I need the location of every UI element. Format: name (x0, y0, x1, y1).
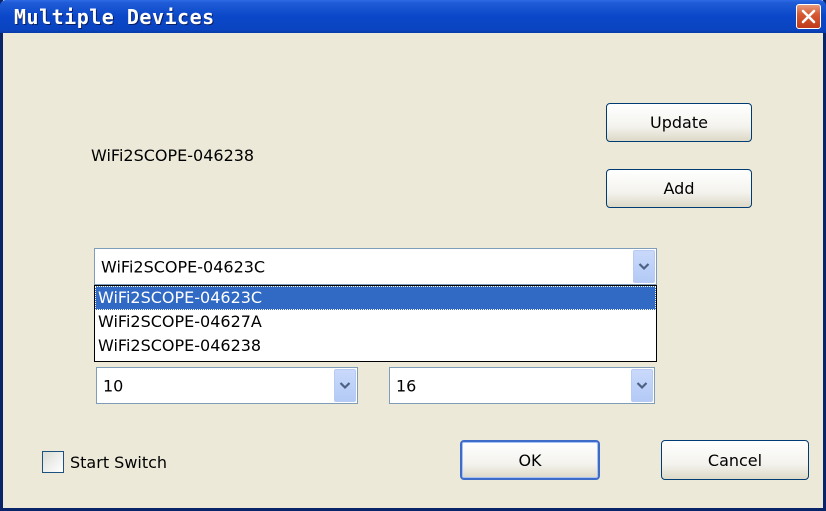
right-value-combo-value: 16 (396, 376, 417, 395)
device-combo-dropdown-button[interactable] (633, 250, 655, 283)
ok-button[interactable]: OK (460, 440, 600, 480)
right-value-combo[interactable]: 16 (389, 367, 655, 404)
start-switch-checkbox[interactable] (42, 451, 64, 473)
cancel-button[interactable]: Cancel (661, 440, 809, 480)
chevron-down-icon (638, 263, 650, 271)
dropdown-option[interactable]: WiFi2SCOPE-04623C (95, 286, 656, 310)
add-button[interactable]: Add (606, 169, 752, 208)
chevron-down-icon (339, 382, 351, 390)
close-icon (801, 9, 816, 24)
device-dropdown-list: WiFi2SCOPE-04623C WiFi2SCOPE-04627A WiFi… (94, 285, 657, 362)
chevron-down-icon (636, 382, 648, 390)
dropdown-option[interactable]: WiFi2SCOPE-04627A (95, 310, 656, 334)
start-switch-label[interactable]: Start Switch (70, 453, 167, 472)
dialog-window: Multiple Devices WiFi2SCOPE-046238 Updat… (0, 0, 826, 511)
left-value-dropdown-button[interactable] (334, 369, 356, 402)
title-bar[interactable]: Multiple Devices (0, 0, 826, 33)
right-value-dropdown-button[interactable] (631, 369, 653, 402)
current-device-label: WiFi2SCOPE-046238 (91, 146, 255, 165)
device-combo[interactable]: WiFi2SCOPE-04623C (94, 248, 657, 285)
device-combo-value: WiFi2SCOPE-04623C (101, 257, 266, 276)
update-button[interactable]: Update (606, 103, 752, 142)
left-value-combo-value: 10 (103, 376, 124, 395)
close-button[interactable] (796, 4, 821, 29)
left-value-combo[interactable]: 10 (96, 367, 358, 404)
dropdown-option[interactable]: WiFi2SCOPE-046238 (95, 334, 656, 358)
window-title: Multiple Devices (14, 5, 215, 29)
